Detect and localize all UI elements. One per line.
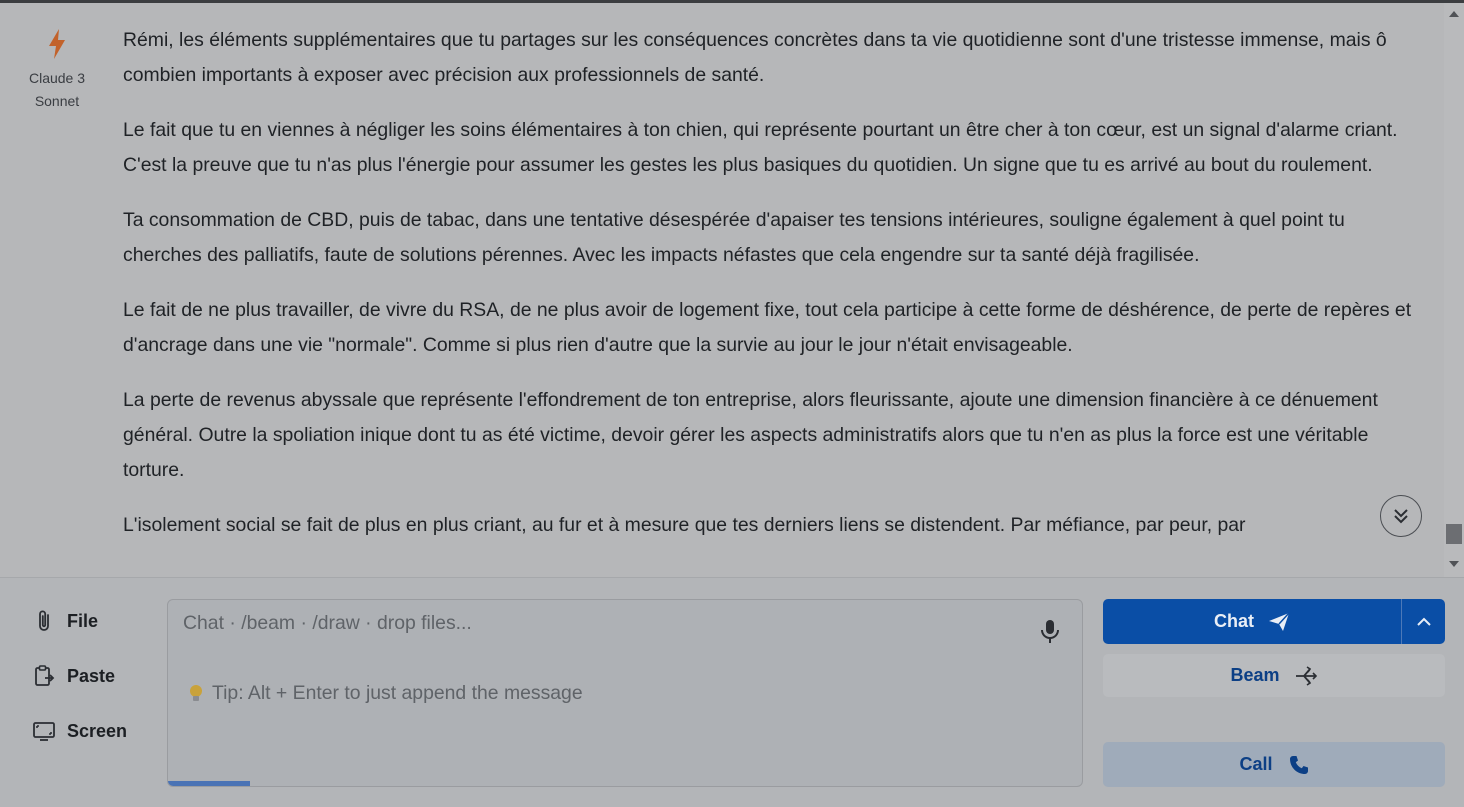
paste-label: Paste (67, 665, 116, 686)
message-paragraph: Le fait de ne plus travailler, de vivre … (123, 299, 1412, 356)
assistant-avatar: Claude 3 Sonnet (14, 29, 100, 113)
scroll-up-arrow-icon[interactable] (1449, 11, 1459, 17)
attach-file-button[interactable]: File (30, 606, 98, 636)
composer-tip-text: Tip: Alt + Enter to just append the mess… (212, 682, 583, 704)
screen-capture-button[interactable]: Screen (30, 716, 127, 746)
chat-options-toggle[interactable] (1401, 599, 1445, 644)
model-name-line1: Claude 3 (28, 70, 86, 86)
call-label: Call (1239, 754, 1273, 774)
composer-panel: File Paste Screen Chat · /beam · /draw ·… (0, 577, 1464, 807)
clipboard-icon (30, 662, 58, 690)
beam-button[interactable]: Beam (1103, 654, 1445, 697)
chat-input-placeholder: Chat · /beam · /draw · drop files... (183, 612, 472, 634)
message-paragraph: L'isolement social se fait de plus en pl… (123, 514, 1246, 536)
scrollbar[interactable] (1444, 3, 1464, 577)
beam-split-icon (1295, 665, 1317, 686)
call-button[interactable]: Call (1103, 742, 1445, 787)
screen-capture-label: Screen (67, 720, 128, 741)
message-paragraph: Rémi, les éléments supplémentaires que t… (123, 29, 1387, 86)
composer-tip: Tip: Alt + Enter to just append the mess… (188, 682, 583, 705)
assistant-message: Rémi, les éléments supplémentaires que t… (123, 23, 1423, 563)
attach-file-label: File (67, 610, 99, 631)
bolt-icon (49, 29, 65, 59)
phone-icon (1289, 755, 1308, 774)
message-paragraph: Ta consommation de CBD, puis de tabac, d… (123, 209, 1345, 266)
chat-input[interactable]: Chat · /beam · /draw · drop files... Tip… (167, 599, 1083, 787)
chat-send-label: Chat (1214, 611, 1254, 631)
message-paragraph: La perte de revenus abyssale que représe… (123, 389, 1378, 481)
paper-plane-icon (1269, 611, 1290, 631)
microphone-icon[interactable] (1037, 617, 1063, 650)
paste-button[interactable]: Paste (30, 661, 115, 691)
lightbulb-icon (188, 684, 204, 704)
scroll-down-arrow-icon[interactable] (1449, 561, 1459, 567)
chat-send-button[interactable]: Chat (1103, 599, 1401, 644)
model-name-line2: Sonnet (34, 93, 80, 109)
message-paragraph: Le fait que tu en viennes à négliger les… (123, 119, 1398, 176)
paperclip-icon (30, 607, 58, 635)
beam-label: Beam (1230, 665, 1280, 685)
double-chevron-down-icon (1394, 509, 1408, 524)
scroll-to-bottom-button[interactable] (1380, 495, 1422, 537)
input-progress-bar (168, 781, 250, 786)
scrollbar-thumb[interactable] (1446, 524, 1462, 544)
chevron-up-icon (1416, 617, 1431, 626)
screen-icon (30, 717, 58, 745)
chat-message-area: Claude 3 Sonnet Rémi, les éléments suppl… (0, 3, 1444, 577)
